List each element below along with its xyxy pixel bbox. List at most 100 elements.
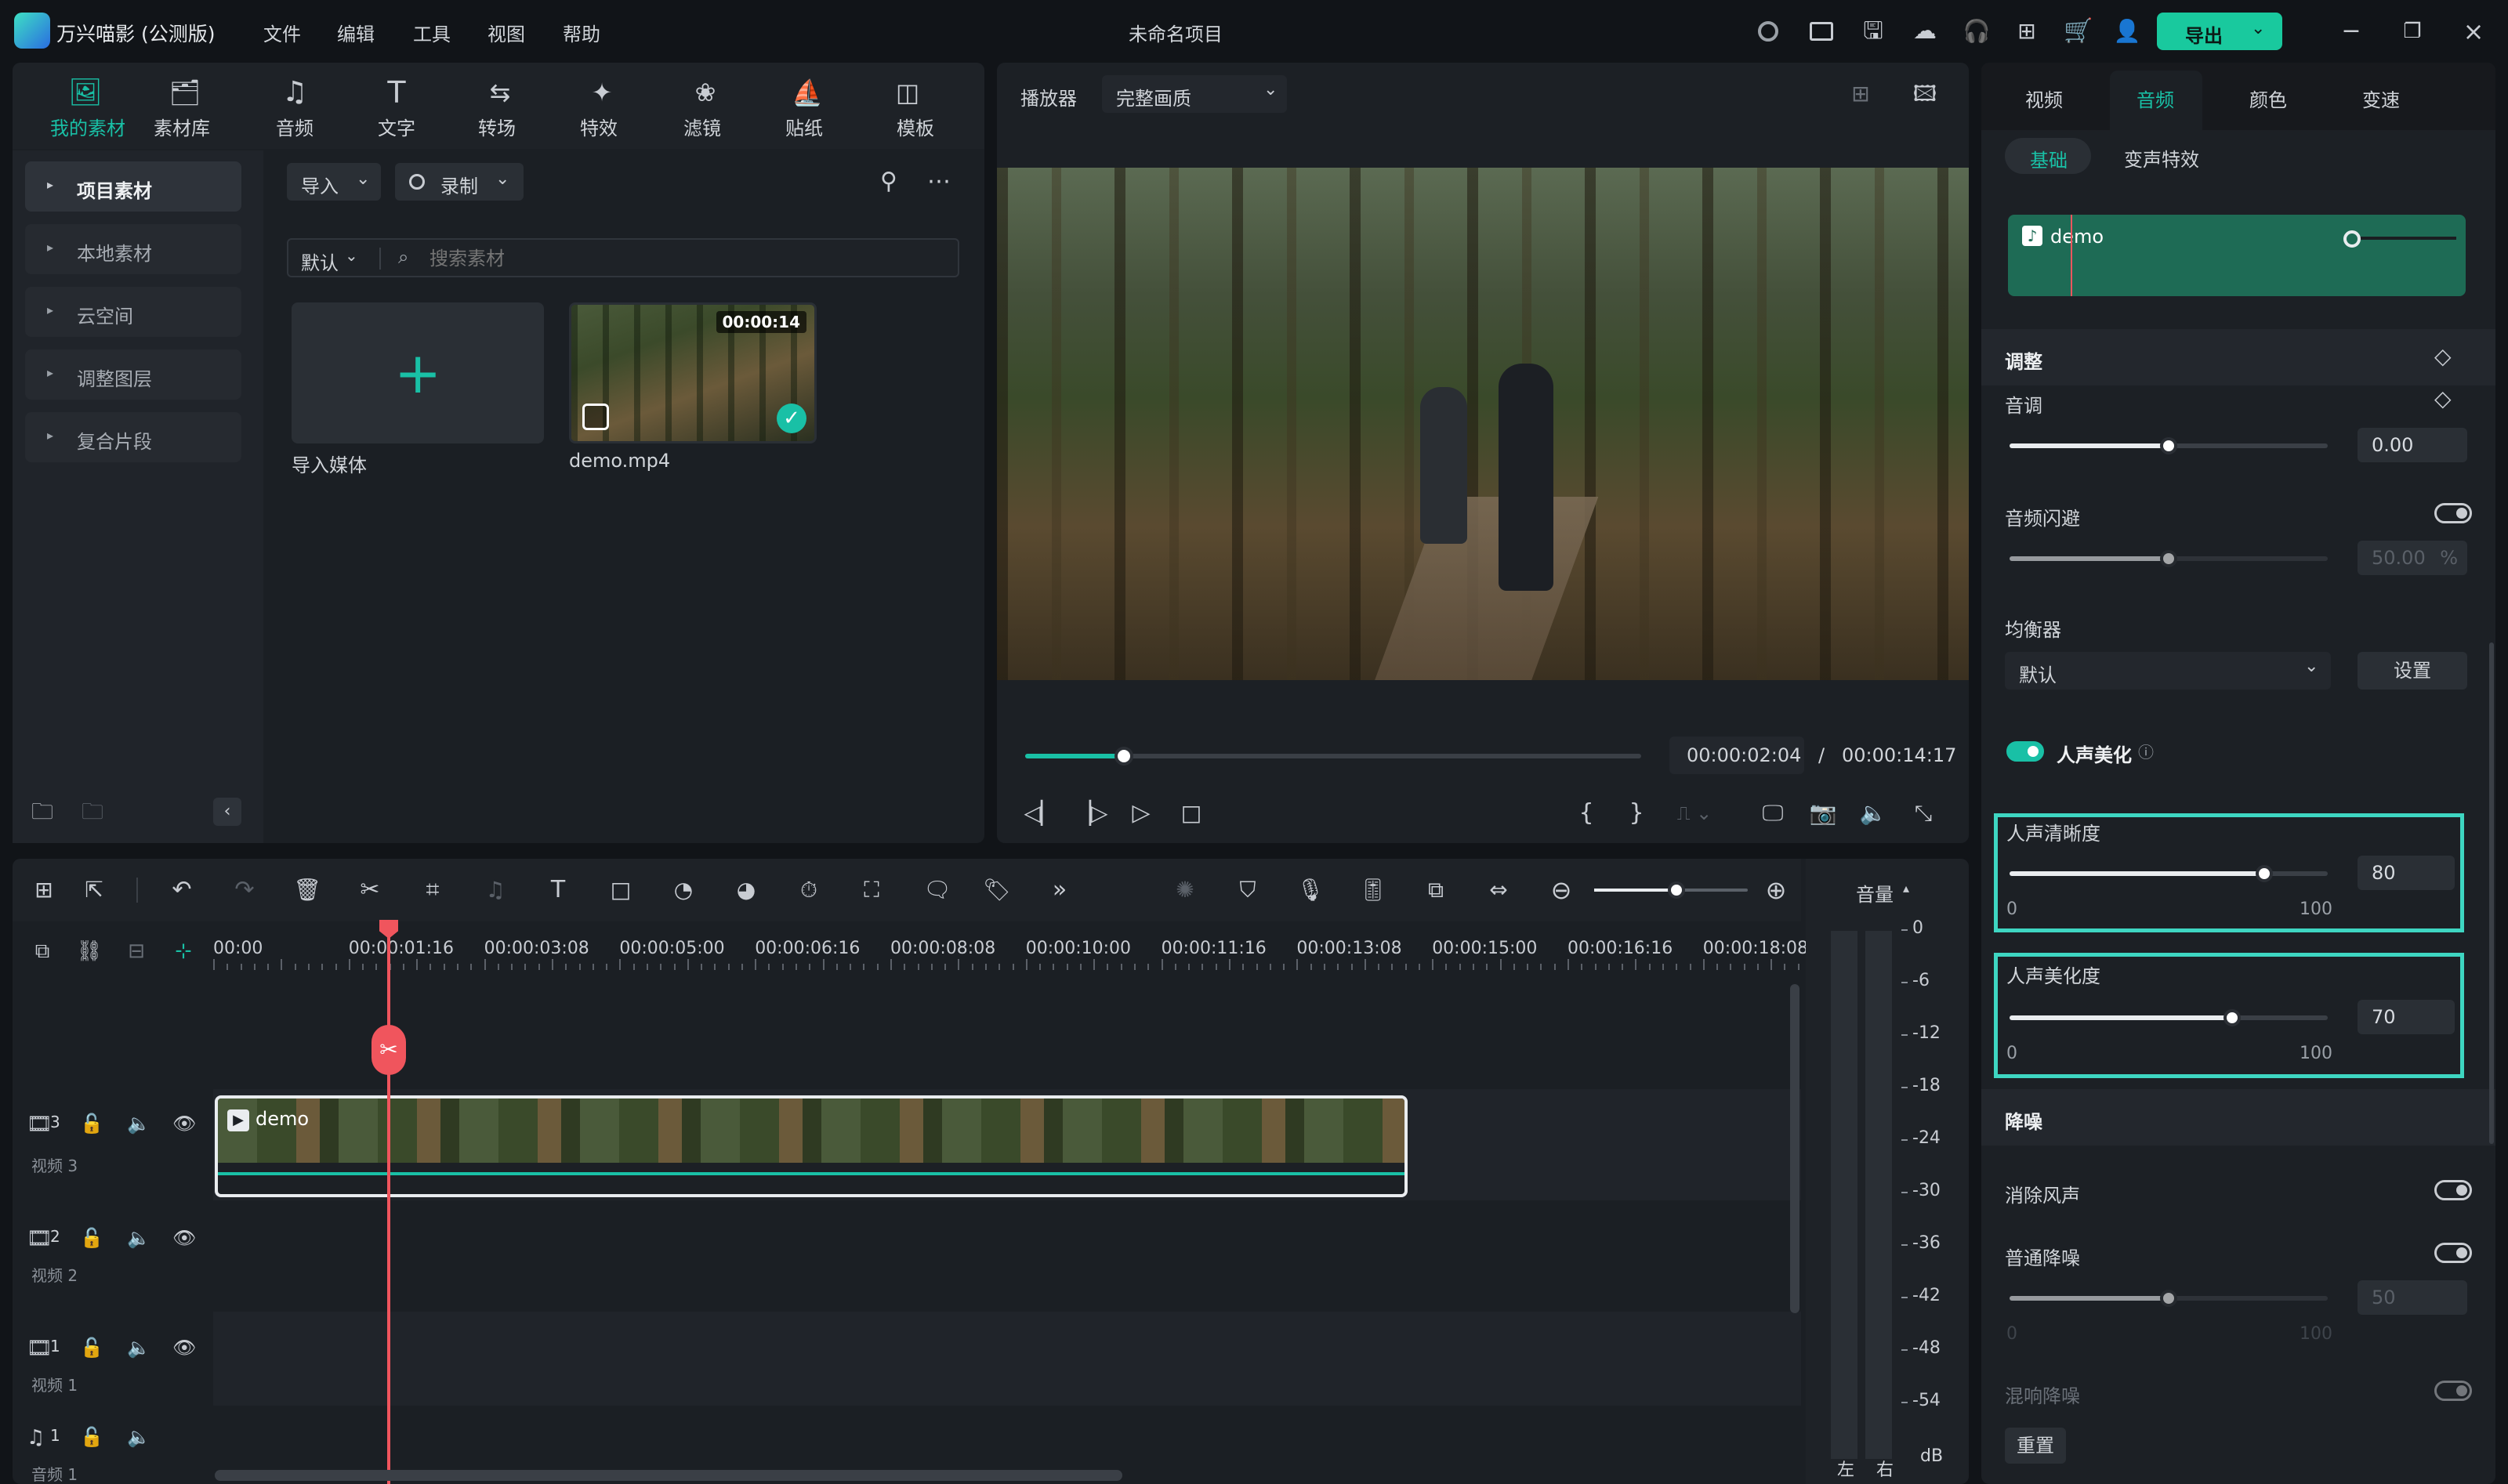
subtab-basic[interactable]: 基础 [2005, 138, 2091, 174]
timeline-hscroll[interactable] [215, 1470, 1122, 1481]
caret-up-icon[interactable]: ▴ [1903, 881, 1909, 896]
video-preview[interactable] [997, 168, 1969, 680]
pitch-value[interactable]: 0.00 [2358, 428, 2467, 462]
chevron-down-icon[interactable]: ⌄ [345, 246, 358, 265]
cloud-upload-icon[interactable]: ☁ [1909, 17, 1941, 45]
next-frame-icon[interactable]: ▕▷ [1074, 798, 1107, 829]
layout-grid-icon[interactable]: ⊞ [28, 874, 60, 906]
record-dropdown[interactable]: 录制 ⌄ [395, 163, 524, 201]
ai-cutout-icon[interactable]: ⛶ [856, 874, 887, 906]
reset-button[interactable]: 重置 [2005, 1428, 2066, 1464]
split-button[interactable]: ✂ [371, 1025, 406, 1075]
grid-view-icon[interactable]: ⊞ [1843, 78, 1878, 110]
mark-out-icon[interactable]: } [1621, 798, 1652, 829]
eye-icon[interactable]: 👁 [172, 1227, 196, 1249]
prev-frame-icon[interactable]: ◁▏ [1024, 798, 1057, 829]
zoom-knob[interactable] [1668, 881, 1685, 899]
layout-icon[interactable] [1807, 17, 1836, 45]
properties-scrollbar[interactable] [2489, 642, 2494, 1144]
camera-icon[interactable]: 📷 [1807, 798, 1839, 829]
lock-icon[interactable]: 🔓 [80, 1113, 103, 1135]
render-preview-icon[interactable]: ✺ [1169, 874, 1201, 906]
stop-icon[interactable]: □ [1176, 798, 1207, 829]
keyframe-icon[interactable]: ◇ [2434, 343, 2452, 369]
mute-icon[interactable]: 🔈 [127, 1337, 150, 1359]
wind-toggle[interactable] [2434, 1180, 2472, 1200]
tab-stickers[interactable]: ⛵ 贴纸 [782, 77, 845, 139]
zoom-in-icon[interactable]: ⊕ [1760, 874, 1792, 906]
mark-in-icon[interactable]: { [1571, 798, 1602, 829]
text-tool-icon[interactable]: T [542, 874, 574, 906]
clarity-knob[interactable] [2255, 865, 2273, 882]
close-icon[interactable]: × [2458, 17, 2489, 45]
tab-speed[interactable]: 变速 [2362, 85, 2400, 112]
tab-filters[interactable]: ❀ 滤镜 [680, 77, 743, 139]
clarity-slider[interactable] [2010, 865, 2328, 882]
new-folder-icon[interactable]: 🗀 [27, 798, 58, 826]
sidebar-item-project[interactable]: ▸ 项目素材 [25, 161, 241, 212]
help-icon[interactable]: ⓘ [2138, 740, 2154, 762]
progress-track[interactable] [1025, 747, 1641, 766]
clarity-value[interactable]: 80 [2358, 856, 2455, 890]
normal-denoise-slider[interactable] [2010, 1290, 2328, 1307]
speed-icon[interactable]: ◔ [668, 874, 699, 906]
crop-icon[interactable]: ⌗ [417, 874, 448, 906]
scissors-icon[interactable]: ✂ [354, 874, 386, 906]
zoom-slider[interactable] [1594, 881, 1748, 899]
import-media-tile[interactable]: + [292, 302, 544, 443]
tab-my-media[interactable]: 🖼 我的素材 [42, 77, 129, 139]
sidebar-item-compound[interactable]: ▸ 复合片段 [25, 412, 241, 462]
tab-video[interactable]: 视频 [2025, 85, 2063, 112]
media-thumb-demo[interactable]: 00:00:14 ✓ [569, 302, 817, 443]
pitch-keyframe-icon[interactable]: ◇ [2434, 385, 2452, 411]
audio-mixer-icon[interactable]: 🎚 [1357, 874, 1389, 906]
eq-settings-button[interactable]: 设置 [2358, 652, 2467, 690]
clip-volume-knob[interactable] [2343, 230, 2361, 248]
save-icon[interactable]: 🖫 [1859, 17, 1887, 45]
record-status-icon[interactable] [1754, 17, 1782, 45]
menu-view[interactable]: 视图 [487, 19, 525, 46]
menu-file[interactable]: 文件 [263, 19, 301, 46]
audio-adjust-icon[interactable]: ♫ [480, 874, 511, 906]
sort-dropdown[interactable]: 默认 [301, 248, 339, 275]
zoom-out-icon[interactable]: ⊖ [1546, 874, 1577, 906]
link-icon[interactable]: ⛓ [74, 936, 105, 967]
subtab-voice-effects[interactable]: 变声特效 [2124, 144, 2199, 172]
cart-icon[interactable]: 🛒 [2063, 17, 2094, 45]
eq-dropdown[interactable]: 默认 ⌄ [2005, 652, 2331, 690]
search-input[interactable] [429, 244, 931, 273]
marker-icon[interactable]: ⛉ [1232, 874, 1263, 906]
support-icon[interactable]: 🎧 [1963, 17, 1991, 45]
export-dropdown-icon[interactable]: ⌄ [2251, 19, 2265, 38]
collapse-sidebar-icon[interactable]: ‹ [213, 798, 241, 826]
tab-transition[interactable]: ⇆ 转场 [475, 77, 538, 139]
shape-tool-icon[interactable]: □ [605, 874, 636, 906]
apps-icon[interactable]: ⊞ [2013, 17, 2041, 45]
redo-icon[interactable]: ↷ [229, 874, 260, 906]
reverb-denoise-toggle[interactable] [2434, 1381, 2472, 1401]
normal-denoise-toggle[interactable] [2434, 1243, 2472, 1263]
pitch-knob[interactable] [2160, 437, 2177, 454]
magnet-icon[interactable]: ⊹ [168, 936, 199, 967]
color-icon[interactable]: ◕ [730, 874, 762, 906]
sidebar-item-adjust[interactable]: ▸ 调整图层 [25, 349, 241, 400]
more-icon[interactable]: ⋯ [922, 166, 956, 197]
smart-tag-icon[interactable]: 🏷 [981, 874, 1013, 906]
pitch-slider[interactable] [2010, 437, 2328, 454]
minimize-icon[interactable]: − [2336, 17, 2367, 45]
tab-text[interactable]: T 文字 [375, 77, 437, 139]
add-track-icon[interactable]: ⧉ [27, 936, 58, 967]
ducking-slider[interactable] [2010, 550, 2328, 567]
snapshot-view-icon[interactable]: 🖾 [1908, 78, 1942, 110]
snap-icon[interactable]: ⊟ [121, 936, 152, 967]
video-clip-demo[interactable]: ▶ demo [215, 1095, 1408, 1197]
import-dropdown[interactable]: 导入 ⌄ [287, 163, 381, 201]
timeline-vscroll[interactable] [1790, 984, 1799, 1313]
audio-waveform-clip[interactable]: ♪ demo [2008, 215, 2466, 296]
timer-icon[interactable]: ⏱ [793, 874, 825, 906]
volume-icon[interactable]: 🔈 [1857, 798, 1889, 829]
eye-icon[interactable]: 👁 [172, 1337, 196, 1359]
lock-icon[interactable]: 🔓 [80, 1337, 103, 1359]
eye-icon[interactable]: 👁 [172, 1113, 196, 1135]
menu-edit[interactable]: 编辑 [337, 19, 375, 46]
